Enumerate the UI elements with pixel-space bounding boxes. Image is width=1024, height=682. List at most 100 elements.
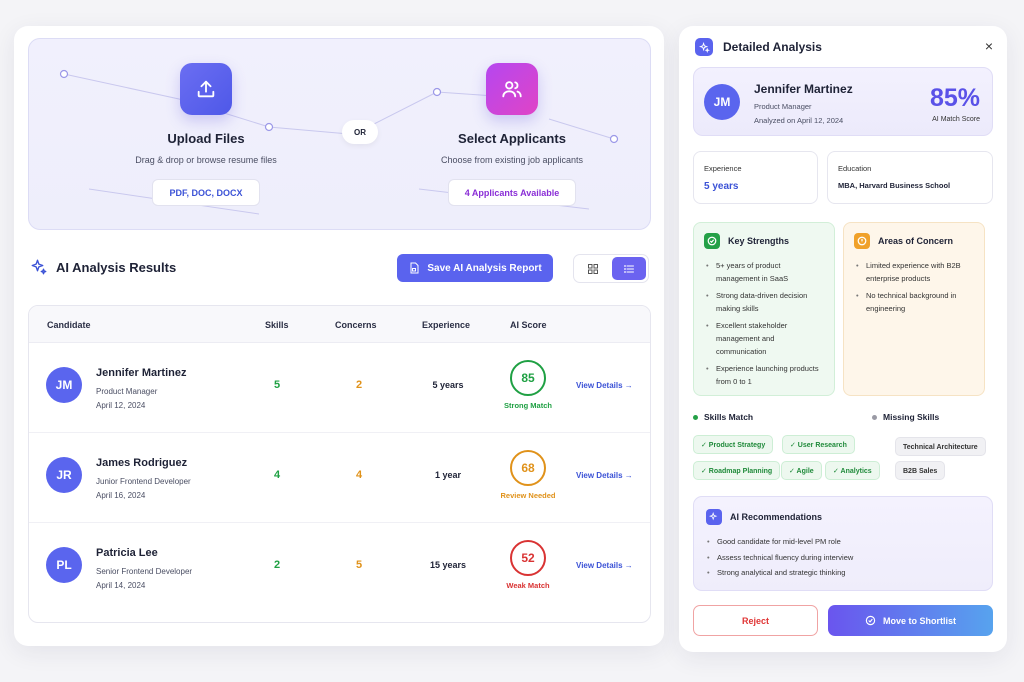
results-title: AI Analysis Results <box>30 258 176 276</box>
candidate-date: April 16, 2024 <box>96 491 146 500</box>
strengths-list: 5+ years of product management in SaaS St… <box>704 259 824 388</box>
warning-icon <box>854 233 870 249</box>
check-icon <box>704 233 720 249</box>
select-title: Select Applicants <box>458 131 566 146</box>
users-icon <box>486 63 538 115</box>
avatar: JM <box>46 367 82 403</box>
avatar: JR <box>46 457 82 493</box>
concern-item: Limited experience with B2B enterprise p… <box>854 259 974 285</box>
save-file-icon <box>410 262 419 274</box>
skills-match-title: Skills Match <box>704 412 754 422</box>
concerns-count: 2 <box>355 379 363 391</box>
avatar: JM <box>704 84 740 120</box>
sparkle-icon <box>706 509 722 525</box>
experience-value: 5 years <box>704 181 739 192</box>
analyzed-date: Analyzed on April 12, 2024 <box>754 116 844 125</box>
col-ai-score: AI Score <box>510 320 547 330</box>
sparkle-icon <box>695 38 713 56</box>
candidate-profile: JM Jennifer Martinez Product Manager Ana… <box>693 67 993 136</box>
concerns-box: Areas of Concern Limited experience with… <box>843 222 985 396</box>
view-details-link[interactable]: View Details → <box>576 471 633 480</box>
ai-recommendations-box: AI Recommendations Good candidate for mi… <box>693 496 993 591</box>
avatar: PL <box>46 547 82 583</box>
upload-files-option[interactable]: Upload Files Drag & drop or browse resum… <box>86 63 326 206</box>
panel-title: Detailed Analysis <box>723 40 822 54</box>
match-score-label: AI Match Score <box>932 116 980 123</box>
reject-button[interactable]: Reject <box>693 605 818 636</box>
panel-header: Detailed Analysis <box>695 38 822 56</box>
skills-count: 2 <box>273 559 281 571</box>
detailed-analysis-panel: Detailed Analysis × JM Jennifer Martinez… <box>679 26 1007 652</box>
missing-skill-pill: B2B Sales <box>895 461 946 480</box>
strength-item: 5+ years of product management in SaaS <box>704 259 824 285</box>
skill-match-pill: ✓ Analytics <box>825 461 880 480</box>
save-report-button[interactable]: Save AI Analysis Report <box>397 254 553 282</box>
recommendations-list: Good candidate for mid-level PM roleAsse… <box>706 534 853 581</box>
view-details-link[interactable]: View Details → <box>576 561 633 570</box>
view-details-link[interactable]: View Details → <box>576 381 633 390</box>
grid-view-button[interactable] <box>576 257 610 280</box>
education-value: MBA, Harvard Business School <box>838 181 951 190</box>
candidate-role: Junior Frontend Developer <box>96 477 191 486</box>
skill-match-pill: ✓ Product Strategy <box>693 435 774 454</box>
col-skills: Skills <box>265 320 289 330</box>
candidate-role: Product Manager <box>96 387 158 396</box>
select-applicants-option[interactable]: Select Applicants Choose from existing j… <box>392 63 632 206</box>
match-label: Strong Match <box>504 401 552 410</box>
col-candidate: Candidate <box>47 320 91 330</box>
strengths-title: Key Strengths <box>728 236 790 246</box>
concerns-header: Areas of Concern <box>854 233 974 249</box>
list-view-button[interactable] <box>612 257 646 280</box>
candidate-role: Product Manager <box>754 102 812 111</box>
concerns-count: 4 <box>355 469 363 481</box>
concerns-list: Limited experience with B2B enterprise p… <box>854 259 974 315</box>
candidate-date: April 12, 2024 <box>96 401 146 410</box>
recommendation-item: Assess technical fluency during intervie… <box>706 550 853 566</box>
skill-match-pill: ✓ Agile <box>781 461 822 480</box>
select-subtitle: Choose from existing job applicants <box>440 155 584 165</box>
candidate-role: Senior Frontend Developer <box>96 567 193 576</box>
move-to-shortlist-button[interactable]: Move to Shortlist <box>828 605 993 636</box>
upload-icon <box>180 63 232 115</box>
candidates-table: Candidate Skills Concerns Experience AI … <box>28 305 651 623</box>
table-row[interactable]: PL Patricia Lee Senior Frontend Developer A… <box>29 523 650 613</box>
missing-skills-title: Missing Skills <box>883 412 940 422</box>
experience-value: 15 years <box>429 560 467 570</box>
recommendations-header: AI Recommendations <box>706 509 822 525</box>
upload-title: Upload Files <box>167 131 245 146</box>
candidate-name: James Rodriguez <box>96 457 188 469</box>
skill-match-pill: ✓ Roadmap Planning <box>693 461 781 480</box>
match-label: Review Needed <box>500 491 556 500</box>
missing-skill-pill: Technical Architecture <box>895 437 986 456</box>
results-title-text: AI Analysis Results <box>56 259 177 275</box>
candidate-name: Jennifer Martinez <box>96 367 187 379</box>
sparkle-icon <box>31 259 47 275</box>
skills-match-header: Skills Match <box>693 412 753 422</box>
concern-item: No technical background in engineering <box>854 289 974 315</box>
missing-skills-header: Missing Skills <box>872 412 939 422</box>
skills-count: 4 <box>273 469 281 481</box>
candidate-name: Jennifer Martinez <box>754 82 853 96</box>
applicants-available-button[interactable]: 4 Applicants Available <box>447 179 577 206</box>
analysis-card: Upload Files Drag & drop or browse resum… <box>14 26 664 646</box>
file-types-button[interactable]: PDF, DOC, DOCX <box>152 179 260 206</box>
shortlist-label: Move to Shortlist <box>882 615 956 626</box>
table-row[interactable]: JM Jennifer Martinez Product Manager April … <box>29 343 650 433</box>
close-icon[interactable]: × <box>985 38 993 54</box>
recommendation-item: Good candidate for mid-level PM role <box>706 534 853 550</box>
experience-label: Experience <box>704 164 742 173</box>
or-divider: OR <box>342 120 378 144</box>
key-strengths-box: Key Strengths 5+ years of product manage… <box>693 222 835 396</box>
grid-icon <box>588 263 598 274</box>
gray-dot-icon <box>872 414 877 420</box>
green-dot-icon <box>693 414 698 420</box>
strength-item: Experience launching products from 0 to … <box>704 362 824 388</box>
upload-subtitle: Drag & drop or browse resume files <box>135 155 277 165</box>
concerns-count: 5 <box>355 559 363 571</box>
education-label: Education <box>838 164 872 173</box>
experience-box: Experience 5 years <box>693 151 818 204</box>
experience-value: 5 years <box>432 380 464 390</box>
table-row[interactable]: JR James Rodriguez Junior Frontend Develop… <box>29 433 650 523</box>
skills-count: 5 <box>273 379 281 391</box>
list-icon <box>624 264 634 273</box>
